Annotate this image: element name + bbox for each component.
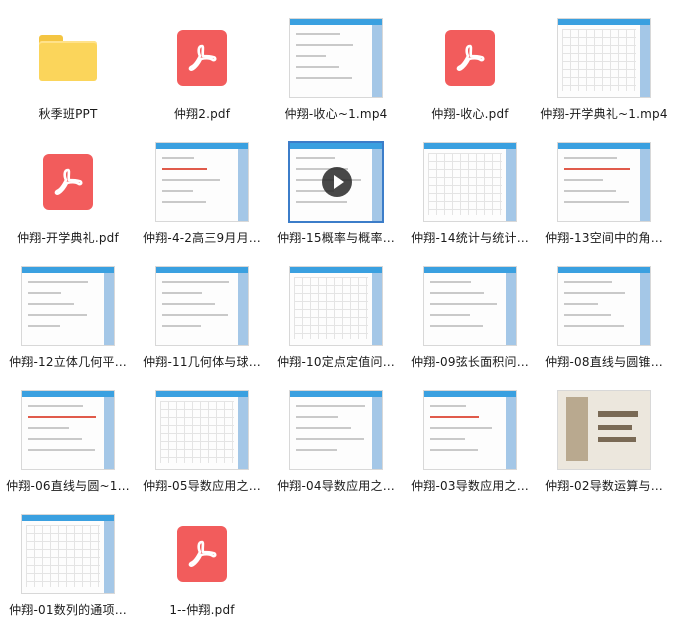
- file-name: 仲翔-06直线与圆~1…: [6, 479, 130, 493]
- file-item[interactable]: 仲翔-08直线与圆锥…: [537, 254, 671, 378]
- file-item[interactable]: 仲翔-11几何体与球…: [135, 254, 269, 378]
- pdf-icon: [43, 154, 93, 210]
- video-thumbnail: [557, 266, 651, 346]
- file-thumbnail[interactable]: [288, 261, 384, 351]
- file-name: 仲翔-09弦长面积问…: [411, 355, 529, 369]
- file-grid: 秋季班PPT 仲翔2.pdf 仲翔-收心~1.mp4 仲翔-收心.pdf 仲翔-开学典礼…: [0, 0, 678, 631]
- video-thumbnail: [423, 266, 517, 346]
- video-thumbnail: [423, 390, 517, 470]
- file-name: 仲翔-开学典礼.pdf: [17, 231, 119, 245]
- file-item[interactable]: 仲翔-10定点定值问…: [269, 254, 403, 378]
- file-item[interactable]: 仲翔-03导数应用之…: [403, 378, 537, 502]
- video-thumbnail: [557, 390, 651, 470]
- file-thumbnail[interactable]: [556, 261, 652, 351]
- file-item[interactable]: 仲翔-06直线与圆~1…: [1, 378, 135, 502]
- file-item[interactable]: 仲翔-01数列的通项…: [1, 502, 135, 626]
- file-thumbnail[interactable]: [556, 385, 652, 475]
- file-thumbnail[interactable]: [288, 137, 384, 227]
- file-name: 仲翔-14统计与统计…: [411, 231, 529, 245]
- file-item[interactable]: 仲翔2.pdf: [135, 6, 269, 130]
- file-name: 秋季班PPT: [38, 107, 98, 121]
- file-name: 仲翔-05导数应用之…: [143, 479, 261, 493]
- file-item[interactable]: 仲翔-05导数应用之…: [135, 378, 269, 502]
- file-name: 仲翔-02导数运算与…: [545, 479, 663, 493]
- file-name: 仲翔-12立体几何平…: [9, 355, 127, 369]
- file-thumbnail[interactable]: [20, 13, 116, 103]
- pdf-icon: [177, 30, 227, 86]
- file-thumbnail[interactable]: [20, 385, 116, 475]
- video-thumbnail: [289, 266, 383, 346]
- video-thumbnail: [155, 142, 249, 222]
- file-item[interactable]: 仲翔-开学典礼~1.mp4: [537, 6, 671, 130]
- file-name: 仲翔-03导数应用之…: [411, 479, 529, 493]
- folder-icon: [39, 35, 97, 81]
- video-thumbnail: [289, 390, 383, 470]
- video-thumbnail: [423, 142, 517, 222]
- file-name: 仲翔2.pdf: [173, 107, 231, 121]
- file-thumbnail[interactable]: [154, 509, 250, 599]
- file-item[interactable]: 仲翔-15概率与概率…: [269, 130, 403, 254]
- file-item[interactable]: 仲翔-04导数应用之…: [269, 378, 403, 502]
- file-name: 仲翔-11几何体与球…: [143, 355, 261, 369]
- video-thumbnail: [21, 266, 115, 346]
- video-thumbnail: [288, 141, 384, 223]
- video-thumbnail: [21, 514, 115, 594]
- file-item[interactable]: 仲翔-4-2高三9月月…: [135, 130, 269, 254]
- video-thumbnail: [557, 142, 651, 222]
- file-thumbnail[interactable]: [154, 261, 250, 351]
- file-name: 仲翔-13空间中的角…: [545, 231, 663, 245]
- file-thumbnail[interactable]: [288, 13, 384, 103]
- file-item[interactable]: 仲翔-收心~1.mp4: [269, 6, 403, 130]
- video-thumbnail: [155, 390, 249, 470]
- file-thumbnail[interactable]: [422, 137, 518, 227]
- file-item[interactable]: 仲翔-14统计与统计…: [403, 130, 537, 254]
- file-name: 仲翔-10定点定值问…: [277, 355, 395, 369]
- file-item[interactable]: 仲翔-13空间中的角…: [537, 130, 671, 254]
- file-name: 仲翔-01数列的通项…: [9, 603, 127, 617]
- file-item[interactable]: 仲翔-02导数运算与…: [537, 378, 671, 502]
- file-name: 仲翔-08直线与圆锥…: [545, 355, 663, 369]
- file-name: 仲翔-开学典礼~1.mp4: [540, 107, 668, 121]
- file-name: 仲翔-15概率与概率…: [277, 231, 395, 245]
- file-name: 仲翔-04导数应用之…: [277, 479, 395, 493]
- file-thumbnail[interactable]: [422, 261, 518, 351]
- file-name: 仲翔-收心.pdf: [431, 107, 509, 121]
- video-thumbnail: [21, 390, 115, 470]
- pdf-icon: [177, 526, 227, 582]
- video-thumbnail: [289, 18, 383, 98]
- file-name: 1--仲翔.pdf: [169, 603, 235, 617]
- file-item[interactable]: 仲翔-开学典礼.pdf: [1, 130, 135, 254]
- file-thumbnail[interactable]: [20, 509, 116, 599]
- file-item[interactable]: 秋季班PPT: [1, 6, 135, 130]
- file-thumbnail[interactable]: [154, 385, 250, 475]
- file-thumbnail[interactable]: [556, 13, 652, 103]
- file-thumbnail[interactable]: [20, 137, 116, 227]
- file-thumbnail[interactable]: [556, 137, 652, 227]
- file-item[interactable]: 仲翔-12立体几何平…: [1, 254, 135, 378]
- file-thumbnail[interactable]: [422, 13, 518, 103]
- pdf-icon: [445, 30, 495, 86]
- play-icon[interactable]: [322, 167, 352, 197]
- file-item[interactable]: 1--仲翔.pdf: [135, 502, 269, 626]
- file-thumbnail[interactable]: [20, 261, 116, 351]
- video-thumbnail: [155, 266, 249, 346]
- file-name: 仲翔-收心~1.mp4: [284, 107, 388, 121]
- video-thumbnail: [557, 18, 651, 98]
- file-thumbnail[interactable]: [154, 13, 250, 103]
- file-thumbnail[interactable]: [288, 385, 384, 475]
- file-thumbnail[interactable]: [422, 385, 518, 475]
- file-name: 仲翔-4-2高三9月月…: [143, 231, 261, 245]
- file-item[interactable]: 仲翔-收心.pdf: [403, 6, 537, 130]
- file-item[interactable]: 仲翔-09弦长面积问…: [403, 254, 537, 378]
- file-thumbnail[interactable]: [154, 137, 250, 227]
